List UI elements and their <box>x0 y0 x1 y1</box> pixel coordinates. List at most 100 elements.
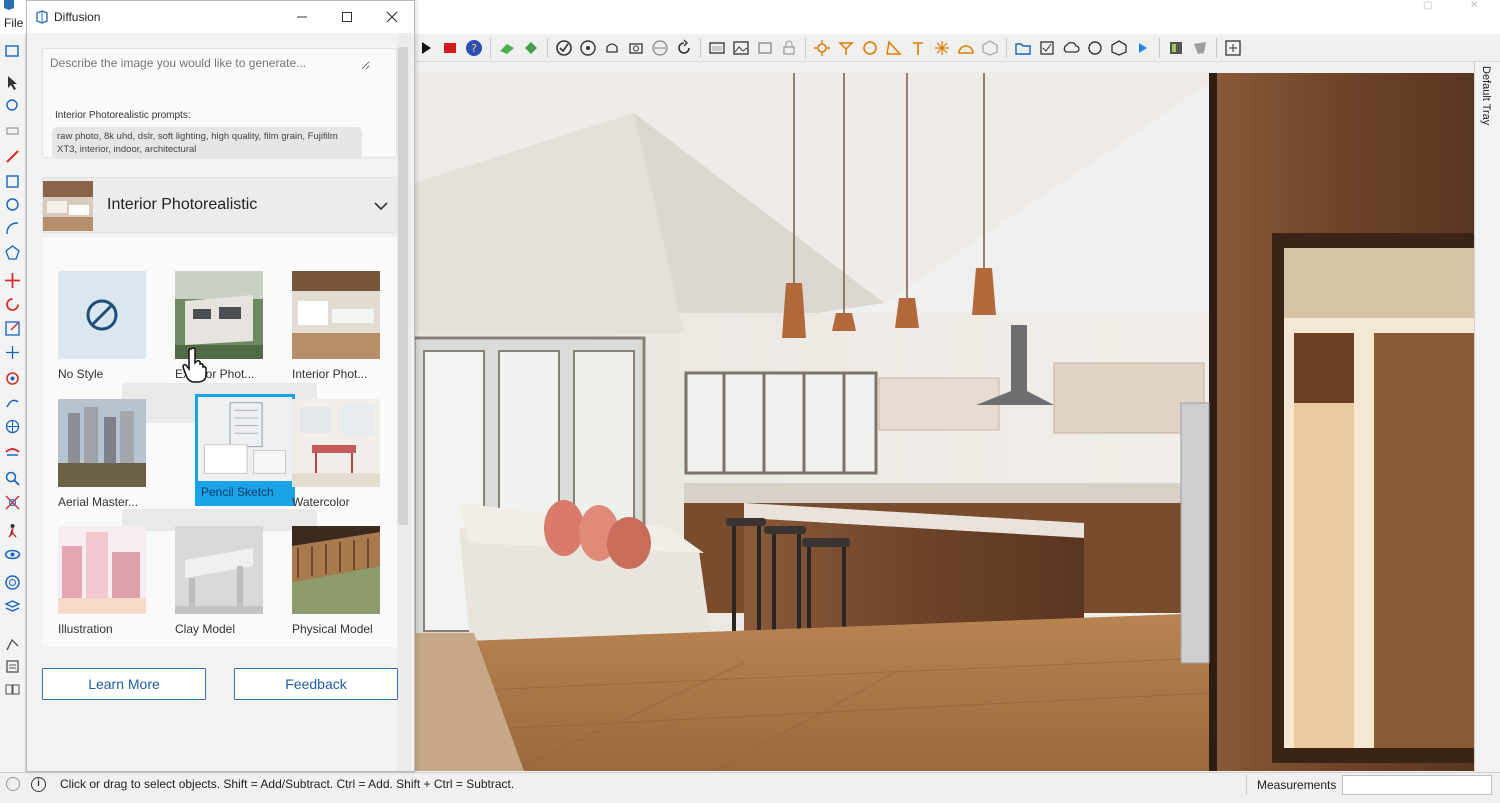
circle-icon[interactable] <box>4 196 21 213</box>
paint-bucket-icon[interactable] <box>4 97 21 114</box>
tape-measure-icon[interactable] <box>4 370 21 387</box>
toolbar-separator <box>805 37 806 58</box>
look-around-icon[interactable] <box>4 546 21 563</box>
camera-icon[interactable] <box>626 38 646 58</box>
image-icon[interactable] <box>755 38 775 58</box>
layout-icon[interactable] <box>1166 38 1186 58</box>
toolbar-separator <box>547 37 548 58</box>
diffusion-titlebar[interactable]: Diffusion <box>27 1 414 33</box>
scenes-icon[interactable] <box>4 681 21 698</box>
prompt-card: Interior Photorealistic prompts: raw pho… <box>42 48 397 159</box>
section-plane-icon[interactable] <box>4 574 21 591</box>
prompts-heading: Interior Photorealistic prompts: <box>55 110 191 121</box>
checkbox-icon[interactable] <box>1037 38 1057 58</box>
circle-tool-icon[interactable] <box>860 38 880 58</box>
scale-icon[interactable] <box>4 320 21 337</box>
stop-icon[interactable] <box>440 38 460 58</box>
menu-file[interactable]: File <box>4 16 23 30</box>
zoom-icon[interactable] <box>4 470 21 487</box>
selected-style-name: Interior Photorealistic <box>107 196 258 213</box>
default-tray-label[interactable]: Default Tray <box>1480 66 1492 125</box>
style-dropdown[interactable]: Interior Photorealistic <box>42 177 397 233</box>
style-tile-label: Clay Model <box>175 622 236 636</box>
protractor-tool-icon[interactable] <box>4 418 21 435</box>
style-tile-clay-model[interactable]: Clay Model <box>175 526 265 636</box>
teapot-icon[interactable] <box>602 38 622 58</box>
book-icon[interactable] <box>497 38 517 58</box>
status-bar: i Click or drag to select objects. Shift… <box>0 772 1500 796</box>
feedback-button[interactable]: Feedback <box>234 668 398 700</box>
info-icon[interactable]: i <box>31 777 46 792</box>
prompt-input[interactable] <box>50 56 370 70</box>
style-tile-interior-photo[interactable]: Interior Phot... <box>292 271 382 381</box>
style-tile-no-style[interactable]: No Style <box>58 271 148 381</box>
polygon-icon[interactable] <box>4 244 21 261</box>
lock-icon[interactable] <box>779 38 799 58</box>
help-icon[interactable]: ? <box>464 38 484 58</box>
learn-more-button[interactable]: Learn More <box>42 668 206 700</box>
sun-settings-icon[interactable] <box>812 38 832 58</box>
clay-model-thumbnail <box>175 526 263 614</box>
style-tile-aerial-masterplan[interactable]: Aerial Master... <box>58 399 148 509</box>
scrollbar-thumb[interactable] <box>398 47 408 525</box>
dimension-icon[interactable] <box>4 394 21 411</box>
zoom-extents-icon[interactable] <box>4 494 21 511</box>
minimize-button[interactable] <box>287 7 317 27</box>
extension-warehouse-icon[interactable] <box>1109 38 1129 58</box>
toolbar-separator <box>1006 37 1007 58</box>
dome-icon[interactable] <box>956 38 976 58</box>
rectangle-icon[interactable] <box>4 173 21 190</box>
warehouse-icon[interactable] <box>1085 38 1105 58</box>
walk-icon[interactable] <box>4 522 21 539</box>
style-tile-pencil-sketch[interactable]: Pencil Sketch <box>195 394 295 506</box>
trowel-icon[interactable] <box>836 38 856 58</box>
host-maximize-icon[interactable]: ▢ <box>1423 0 1432 11</box>
default-tray[interactable]: Default Tray <box>1474 62 1500 774</box>
geolocation-icon[interactable] <box>6 777 20 791</box>
style-tile-watercolor[interactable]: Watercolor <box>292 399 382 509</box>
viewport-render-image[interactable] <box>414 73 1474 771</box>
move-icon[interactable] <box>4 272 21 289</box>
cube-icon[interactable] <box>980 38 1000 58</box>
arc-icon[interactable] <box>4 220 21 237</box>
style-icon[interactable] <box>554 38 574 58</box>
interior-style-thumbnail <box>43 181 93 231</box>
sphere-icon[interactable] <box>650 38 670 58</box>
window-icon[interactable] <box>707 38 727 58</box>
cloud-upload-icon[interactable] <box>1061 38 1081 58</box>
host-close-icon[interactable]: ✕ <box>1470 0 1478 11</box>
eraser-icon[interactable] <box>4 122 21 139</box>
layers-icon[interactable] <box>4 598 21 615</box>
select-arrow-icon[interactable] <box>4 74 21 91</box>
shield-icon[interactable] <box>1190 38 1210 58</box>
gallery-icon[interactable] <box>731 38 751 58</box>
style-tile-illustration[interactable]: Illustration <box>58 526 148 636</box>
style-tile-physical-model[interactable]: Physical Model <box>292 526 382 636</box>
style-tile-label: Aerial Master... <box>58 495 139 509</box>
measurements-input[interactable] <box>1342 775 1492 795</box>
pin-icon[interactable] <box>908 38 928 58</box>
sparkle-icon[interactable] <box>932 38 952 58</box>
minimize-icon <box>297 16 307 18</box>
play-icon[interactable] <box>416 38 436 58</box>
offset-icon[interactable] <box>4 344 21 361</box>
folder-icon[interactable] <box>1013 38 1033 58</box>
sync-icon[interactable] <box>1133 38 1153 58</box>
orbit-icon[interactable] <box>578 38 598 58</box>
maximize-button[interactable] <box>332 7 362 27</box>
pencil-line-icon[interactable] <box>4 148 21 165</box>
tool-palette <box>0 34 26 774</box>
hand-cursor-icon <box>182 347 207 383</box>
prompt-suggestion-chip[interactable]: raw photo, 8k uhd, dslr, soft lighting, … <box>52 127 362 159</box>
outliner-icon[interactable] <box>4 658 21 675</box>
diffusion-toolbar-icon[interactable] <box>1223 38 1243 58</box>
sandbox-icon[interactable] <box>4 636 21 653</box>
close-button[interactable] <box>377 7 407 27</box>
protractor-icon[interactable] <box>884 38 904 58</box>
rotate-icon[interactable] <box>4 296 21 313</box>
refresh-icon[interactable] <box>674 38 694 58</box>
components-icon[interactable] <box>4 42 21 59</box>
extension-icon[interactable] <box>521 38 541 58</box>
chevron-down-icon <box>374 202 388 211</box>
orbit-tool-icon[interactable] <box>4 444 21 461</box>
